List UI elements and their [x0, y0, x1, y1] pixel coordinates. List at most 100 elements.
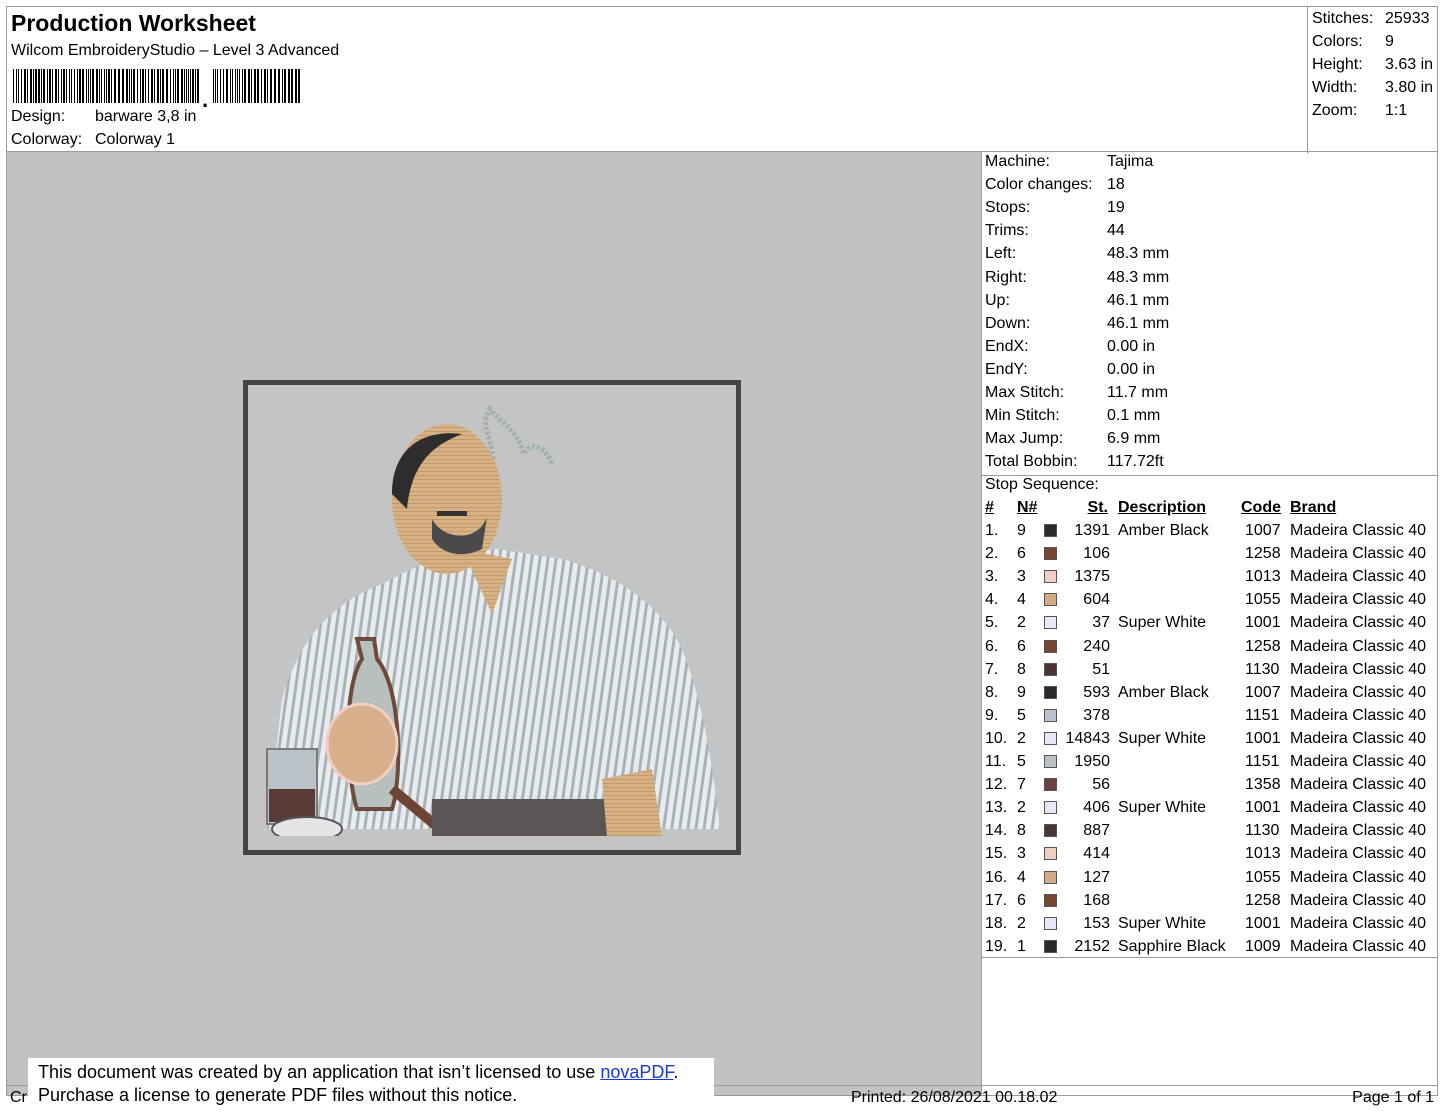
info-label: Left:	[985, 245, 1017, 263]
row-num: 5.	[985, 614, 999, 632]
row-stitches: 378	[1083, 706, 1110, 724]
info-row: Total Bobbin: 117.72ft	[985, 453, 1164, 471]
row-needle: 6	[1017, 637, 1026, 655]
row-stitches: 406	[1083, 799, 1110, 817]
novapdf-link[interactable]: novaPDF	[600, 1062, 673, 1082]
row-stitches: 1391	[1074, 522, 1110, 539]
row-code: 1130	[1245, 660, 1280, 678]
row-brand: Madeira Classic 40	[1290, 799, 1427, 817]
row-brand: Madeira Classic 40	[1290, 914, 1427, 932]
row-code: 1151	[1245, 753, 1280, 770]
stat-row: Zoom: 1:1	[1312, 102, 1407, 120]
barcode-image: ,	[13, 69, 300, 107]
row-stitches: 153	[1083, 914, 1110, 932]
row-stitches: 604	[1083, 591, 1110, 609]
row-stitches: 168	[1083, 891, 1110, 909]
footer-created: Cr	[10, 1089, 27, 1106]
stat-row: Stitches: 25933	[1312, 10, 1430, 28]
row-brand: Madeira Classic 40	[1290, 660, 1427, 678]
color-swatch	[1044, 847, 1057, 861]
info-row: Trims: 44	[985, 222, 1125, 240]
row-num: 3.	[985, 568, 999, 586]
color-swatch	[1044, 662, 1057, 676]
info-value: 46.1 mm	[1107, 314, 1170, 332]
color-swatch	[1044, 870, 1057, 884]
row-stitches: 56	[1092, 776, 1110, 794]
row-num: 7.	[985, 660, 999, 678]
stat-row: Width: 3.80 in	[1312, 79, 1433, 97]
divider	[982, 957, 1437, 958]
col-header-num: #	[985, 499, 994, 516]
stat-value: 9	[1385, 33, 1394, 50]
row-needle: 4	[1017, 591, 1026, 609]
info-label: Machine:	[985, 153, 1050, 170]
col-header-brand: Brand	[1290, 499, 1337, 516]
printed-timestamp: Printed: 26/08/2021 00.18.02	[851, 1089, 1058, 1106]
row-stitches: 51	[1092, 660, 1110, 678]
row-num: 9.	[985, 706, 999, 724]
row-brand: Madeira Classic 40	[1290, 868, 1427, 886]
stat-label: Zoom:	[1312, 102, 1358, 119]
row-brand: Madeira Classic 40	[1290, 706, 1427, 724]
stat-row: Colors: 9	[1312, 33, 1394, 51]
row-code: 1007	[1245, 522, 1281, 539]
row-needle: 2	[1017, 614, 1026, 632]
row-needle: 5	[1017, 753, 1026, 770]
row-needle: 3	[1017, 568, 1026, 586]
row-num: 11.	[985, 753, 1007, 770]
row-num: 6.	[985, 637, 999, 655]
row-code: 1258	[1245, 891, 1281, 909]
colorway-label: Colorway:	[11, 131, 83, 148]
row-stitches: 106	[1083, 545, 1110, 563]
row-stitches: 14843	[1065, 729, 1111, 747]
info-value: 46.1 mm	[1107, 291, 1170, 309]
info-label: Down:	[985, 314, 1031, 332]
info-label: Max Stitch:	[985, 384, 1065, 401]
page-number: Page 1 of 1	[1352, 1089, 1434, 1106]
row-num: 14.	[985, 822, 1008, 840]
info-row: Up: 46.1 mm	[985, 292, 1169, 310]
row-needle: 7	[1017, 776, 1026, 794]
notice-period: .	[673, 1062, 679, 1082]
row-needle: 2	[1017, 914, 1026, 932]
row-description: Amber Black	[1118, 683, 1209, 701]
info-label: Min Stitch:	[985, 407, 1060, 425]
row-stitches: 414	[1083, 845, 1110, 863]
row-brand: Madeira Classic 40	[1290, 522, 1427, 539]
row-brand: Madeira Classic 40	[1290, 937, 1427, 955]
row-num: 18.	[985, 914, 1008, 932]
info-label: Total Bobbin:	[985, 453, 1078, 471]
stat-label: Colors:	[1312, 33, 1363, 50]
row-brand: Madeira Classic 40	[1290, 591, 1427, 609]
info-row: Min Stitch: 0.1 mm	[985, 407, 1160, 425]
color-swatch	[1044, 824, 1057, 838]
row-needle: 1	[1017, 937, 1026, 955]
design-label: Design:	[11, 108, 66, 125]
design-field: Design: barware 3,8 in	[11, 108, 196, 126]
row-num: 10.	[985, 729, 1008, 747]
design-preview	[6, 152, 982, 1096]
row-needle: 6	[1017, 891, 1026, 909]
row-code: 1001	[1245, 614, 1281, 632]
row-stitches: 37	[1092, 614, 1110, 632]
col-header-description: Description	[1118, 499, 1207, 516]
info-row: Right: 48.3 mm	[985, 269, 1169, 287]
row-stitches: 127	[1083, 868, 1110, 886]
license-notice: This document was created by an applicat…	[28, 1058, 714, 1113]
row-needle: 8	[1017, 660, 1026, 678]
row-code: 1013	[1245, 568, 1281, 586]
row-num: 4.	[985, 591, 999, 609]
stat-row: Height: 3.63 in	[1312, 56, 1433, 74]
color-swatch	[1044, 801, 1057, 815]
row-num: 13.	[985, 799, 1008, 817]
design-value: barware 3,8 in	[95, 108, 197, 125]
row-stitches: 240	[1083, 637, 1110, 655]
row-brand: Madeira Classic 40	[1290, 568, 1427, 586]
info-row: EndX: 0.00 in	[985, 338, 1155, 356]
design-stats: Stitches: 25933 Colors: 9 Height: 3.63 in Widt…	[1307, 7, 1439, 153]
colorway-field: Colorway: Colorway 1	[11, 131, 175, 149]
info-row: Stops: 19	[985, 199, 1125, 217]
row-stitches: 1375	[1074, 568, 1110, 586]
row-brand: Madeira Classic 40	[1290, 891, 1427, 909]
info-row: Max Stitch: 11.7 mm	[985, 384, 1168, 402]
